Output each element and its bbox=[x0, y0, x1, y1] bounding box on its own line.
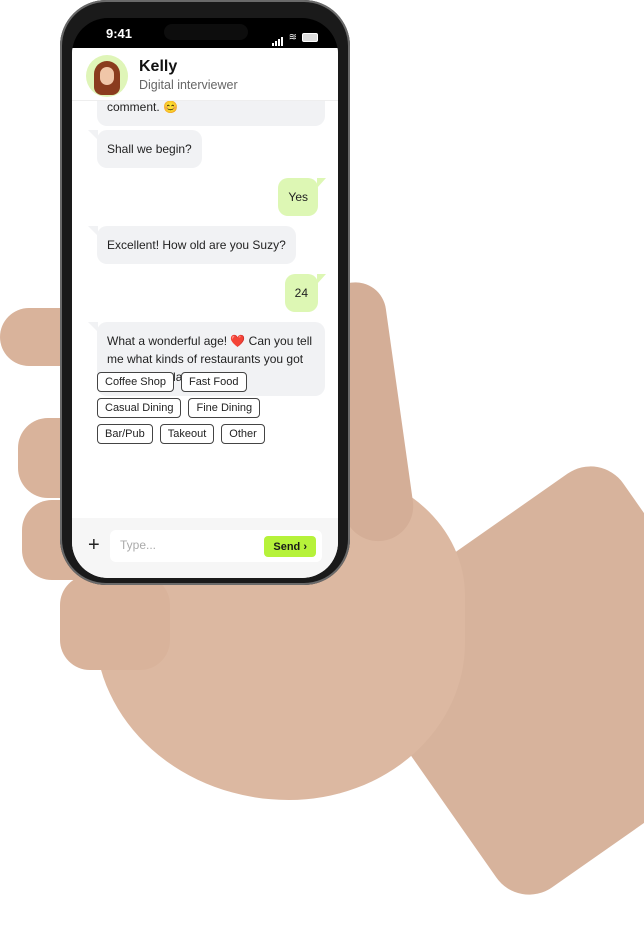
add-attachment-button[interactable]: + bbox=[88, 534, 100, 557]
chat-header: Kelly Digital interviewer bbox=[72, 48, 338, 101]
quick-reply-casual-dining[interactable]: Casual Dining bbox=[97, 398, 182, 418]
message-list[interactable]: comment. 😊 Shall we begin? Yes Excellent… bbox=[72, 100, 338, 518]
wifi-icon: ≋ bbox=[288, 31, 297, 43]
message-input[interactable] bbox=[118, 537, 252, 553]
quick-reply-other[interactable]: Other bbox=[221, 424, 265, 444]
message-bot: Shall we begin? bbox=[88, 130, 202, 168]
agent-role: Digital interviewer bbox=[139, 78, 238, 92]
quick-reply-fine-dining[interactable]: Fine Dining bbox=[188, 398, 261, 418]
quick-reply-takeout[interactable]: Takeout bbox=[159, 424, 215, 444]
battery-icon bbox=[302, 32, 318, 42]
composer: + Send › bbox=[72, 518, 338, 578]
chat-app: Kelly Digital interviewer comment. 😊 Sha… bbox=[72, 48, 338, 578]
quick-reply-coffee-shop[interactable]: Coffee Shop bbox=[97, 372, 174, 392]
send-button[interactable]: Send › bbox=[264, 536, 316, 557]
signal-icon bbox=[271, 28, 284, 46]
status-time: 9:41 bbox=[106, 26, 133, 41]
message-bot: comment. 😊 bbox=[97, 100, 325, 126]
status-icons: ≋ bbox=[271, 28, 318, 46]
message-bot: Excellent! How old are you Suzy? bbox=[88, 226, 296, 264]
message-user: Yes bbox=[278, 178, 326, 216]
phone-screen: 9:41 ≋ Kelly Digital interviewer comment… bbox=[72, 18, 338, 578]
agent-name: Kelly bbox=[139, 58, 178, 75]
message-user: 24 bbox=[284, 274, 327, 312]
quick-reply-bar-pub[interactable]: Bar/Pub bbox=[97, 424, 153, 444]
quick-reply-fast-food[interactable]: Fast Food bbox=[180, 372, 247, 392]
finger bbox=[60, 575, 170, 670]
avatar bbox=[86, 55, 128, 97]
quick-replies: Coffee Shop Fast Food Casual Dining Fine… bbox=[97, 372, 327, 450]
dynamic-island bbox=[164, 24, 248, 40]
status-bar: 9:41 ≋ bbox=[72, 18, 338, 48]
message-input-box: Send › bbox=[110, 530, 322, 562]
